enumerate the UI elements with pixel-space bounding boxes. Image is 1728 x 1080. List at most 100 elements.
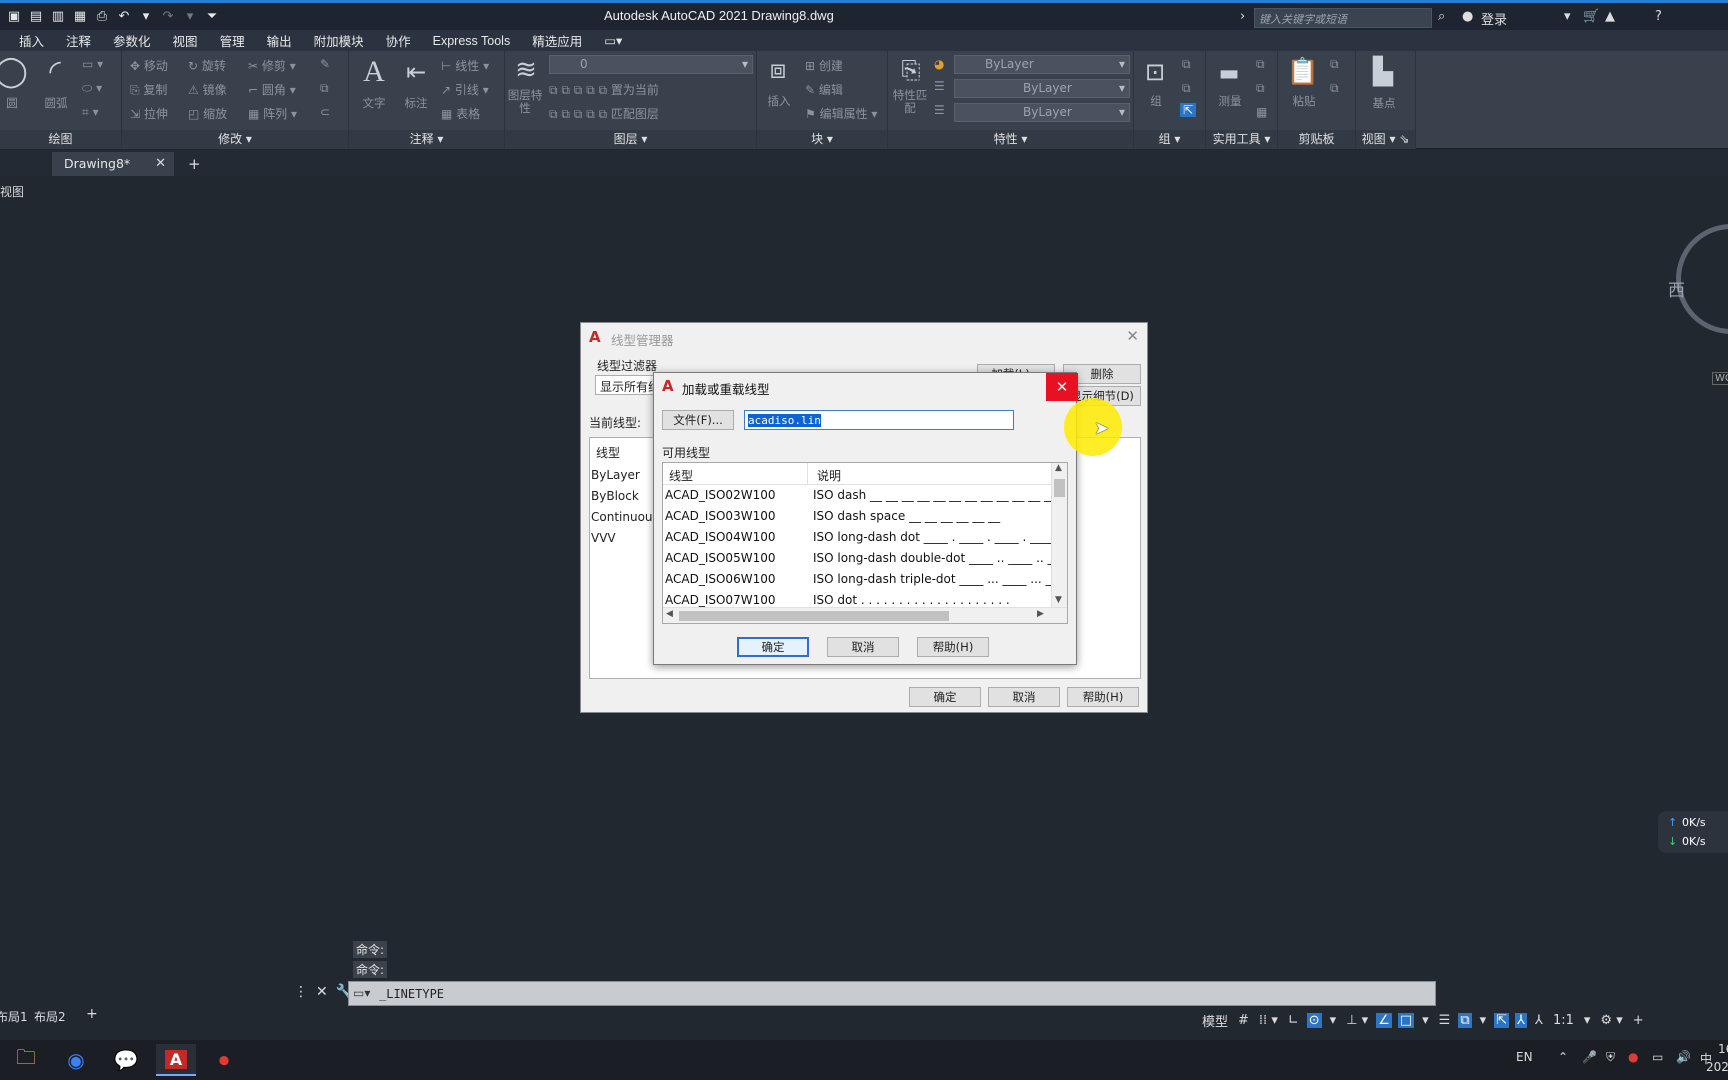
polar-dropdown-icon[interactable]: ▾: [1328, 1013, 1339, 1028]
linetype-combo[interactable]: ByLayer: [954, 79, 1130, 98]
ortho-icon[interactable]: ∟: [1286, 1013, 1301, 1028]
undo-dropdown-icon[interactable]: ▾: [138, 8, 154, 24]
menu-manage[interactable]: 管理: [209, 31, 256, 50]
grid-icon[interactable]: #: [1236, 1013, 1251, 1028]
volume-icon[interactable]: 🔊: [1676, 1050, 1691, 1064]
snap-icon[interactable]: ⁞⁞ ▾: [1257, 1013, 1280, 1028]
rotate-tool[interactable]: ↻ 旋转: [188, 57, 226, 74]
offset-icon[interactable]: ⊂: [320, 105, 330, 119]
search-input[interactable]: 键入关键字或短语: [1254, 8, 1432, 28]
color-combo[interactable]: ByLayer: [954, 55, 1130, 74]
paste-icon[interactable]: 📋: [1286, 55, 1320, 89]
autodesk-a360-icon[interactable]: ▲: [1605, 9, 1615, 24]
util-icon-2[interactable]: ⧉: [1256, 81, 1265, 96]
cut-icon[interactable]: ⧉: [1330, 57, 1339, 72]
util-icon-3[interactable]: ▦: [1256, 105, 1267, 119]
command-input[interactable]: _LINETYPE: [379, 987, 444, 1001]
tab-layout1[interactable]: 布局1: [0, 1008, 28, 1025]
qat-customize-icon[interactable]: ⏷: [204, 8, 220, 24]
list-item[interactable]: ByLayer: [591, 468, 640, 482]
redo-dropdown-icon[interactable]: ▾: [182, 8, 198, 24]
color-wheel-icon[interactable]: ◕: [934, 57, 944, 71]
wechat-icon[interactable]: 💬: [106, 1044, 146, 1076]
clock-date[interactable]: 202: [1706, 1060, 1728, 1074]
erase-icon[interactable]: ✎: [320, 57, 330, 71]
table-tool[interactable]: ▦ 表格: [441, 105, 480, 122]
panel-view-title[interactable]: 视图 ▾ ⇘: [1356, 130, 1415, 149]
microphone-icon[interactable]: 🎤: [1582, 1050, 1597, 1064]
panel-draw-title[interactable]: 绘图: [0, 130, 121, 149]
scroll-down-icon[interactable]: ▼: [1055, 595, 1062, 605]
ok-button[interactable]: 确定: [737, 637, 809, 657]
file-button[interactable]: 文件(F)...: [662, 410, 734, 430]
fillet-tool[interactable]: ⌐ 圆角 ▾: [248, 81, 296, 98]
close-icon[interactable]: ✕: [1126, 327, 1139, 345]
file-explorer-icon[interactable]: 🗀: [6, 1044, 46, 1076]
selection-cycling-icon[interactable]: ▾: [1478, 1013, 1489, 1028]
linear-tool[interactable]: ⊢ 线性 ▾: [441, 57, 489, 74]
undo-icon[interactable]: ↶: [116, 8, 132, 24]
match-properties-icon[interactable]: ⎘: [894, 53, 928, 87]
open-icon[interactable]: ▥: [50, 8, 66, 24]
recorder-icon[interactable]: ⏺: [204, 1044, 244, 1076]
table-row[interactable]: ACAD_ISO02W100 ISO dash __ __ __ __ __ _…: [663, 485, 1056, 506]
panel-properties-title[interactable]: 特性 ▾: [888, 130, 1133, 149]
annotation-scale-icon[interactable]: ⅄: [1533, 1013, 1545, 1028]
table-row[interactable]: ACAD_ISO06W100 ISO long-dash triple-dot …: [663, 569, 1053, 590]
menu-collaborate[interactable]: 协作: [375, 31, 422, 50]
leader-tool[interactable]: ↗ 引线 ▾: [441, 81, 489, 98]
stretch-tool[interactable]: ⇲ 拉伸: [130, 105, 168, 122]
table-row[interactable]: ACAD_ISO05W100 ISO long-dash double-dot …: [663, 548, 1054, 569]
menu-featured-apps[interactable]: 精选应用: [521, 31, 593, 50]
edit-attributes-tool[interactable]: ⚑ 编辑属性 ▾: [805, 105, 877, 122]
list-item[interactable]: Continuous: [591, 510, 659, 524]
panel-annotation-title[interactable]: 注释 ▾: [349, 130, 504, 149]
vertical-scrollbar[interactable]: ▲ ▼: [1051, 463, 1067, 609]
cancel-button[interactable]: 取消: [827, 637, 899, 657]
auto-scale-icon[interactable]: ⅄: [1515, 1013, 1528, 1028]
ok-button[interactable]: 确定: [909, 687, 981, 707]
scroll-left-icon[interactable]: ◀: [666, 609, 673, 619]
copy-tool[interactable]: ⎘ 复制: [130, 81, 167, 98]
scroll-up-icon[interactable]: ▲: [1055, 463, 1062, 473]
available-linetypes-table[interactable]: 线型 说明 ACAD_ISO02W100 ISO dash __ __ __ _…: [662, 462, 1068, 624]
menu-insert[interactable]: 插入: [8, 31, 55, 50]
network-icon[interactable]: ▭: [1652, 1050, 1663, 1064]
scale-tool[interactable]: ◰ 缩放: [188, 105, 227, 122]
lineweight-combo[interactable]: ByLayer: [954, 103, 1130, 122]
scroll-thumb[interactable]: [1054, 479, 1065, 497]
chevron-right-icon[interactable]: ›: [1240, 9, 1245, 24]
close-icon[interactable]: ✕: [155, 156, 166, 171]
circle-icon[interactable]: ◯: [0, 55, 28, 89]
plot-icon[interactable]: ⎙: [94, 8, 110, 24]
array-tool[interactable]: ▦ 阵列 ▾: [248, 105, 297, 122]
close-icon[interactable]: ✕: [316, 984, 328, 1000]
edit-block-tool[interactable]: ✎ 编辑: [805, 81, 843, 98]
table-row[interactable]: ACAD_ISO03W100 ISO dash space __ __ __ _…: [663, 506, 1053, 527]
gear-icon[interactable]: ⚙ ▾: [1598, 1013, 1624, 1028]
panel-modify-title[interactable]: 修改 ▾: [122, 130, 348, 149]
login-link[interactable]: 登录: [1481, 9, 1507, 28]
menu-parametric[interactable]: 参数化: [102, 31, 162, 50]
plus-icon[interactable]: +: [1631, 1013, 1646, 1028]
text-icon[interactable]: A: [357, 55, 391, 89]
model-space-toggle[interactable]: 模型: [1200, 1011, 1230, 1030]
scale-dropdown-icon[interactable]: ▾: [1582, 1013, 1593, 1028]
search-icon[interactable]: ⌕: [1438, 9, 1445, 24]
help-button[interactable]: 帮助(H): [917, 637, 989, 657]
saveas-icon[interactable]: ▤: [28, 8, 44, 24]
transparency-icon[interactable]: ⧉: [1458, 1013, 1472, 1028]
polar-icon[interactable]: ⊙: [1306, 1013, 1322, 1028]
tab-layout2[interactable]: 布局2: [34, 1008, 66, 1025]
list-item[interactable]: ByBlock: [591, 489, 639, 503]
menu-output[interactable]: 输出: [256, 31, 303, 50]
osnap-track-icon[interactable]: ∠: [1376, 1013, 1392, 1028]
cart-icon[interactable]: 🛒: [1583, 9, 1599, 24]
scroll-thumb[interactable]: [679, 611, 949, 621]
wcs-menu[interactable]: WCS: [1712, 372, 1728, 385]
util-icon-1[interactable]: ⧉: [1256, 57, 1265, 72]
new-tab-icon[interactable]: +: [188, 155, 201, 173]
rectangle-icon[interactable]: ▭ ▾: [82, 57, 103, 71]
panel-clipboard-title[interactable]: 剪贴板: [1278, 130, 1355, 149]
menu-addins[interactable]: 附加模块: [303, 31, 375, 50]
